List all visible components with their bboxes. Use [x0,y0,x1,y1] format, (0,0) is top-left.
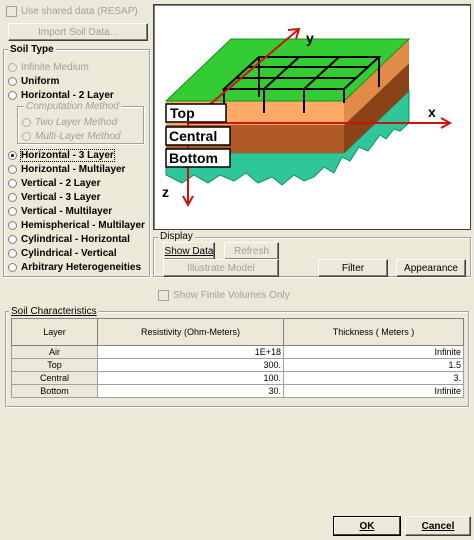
radio-label: Vertical - Multilayer [21,205,113,217]
cell-resistivity[interactable]: 30. [97,384,284,398]
diagram-svg: y x z Top Central Bottom [162,27,453,208]
cell-thickness[interactable]: 1.5 [283,358,464,372]
layer-label-bottom: Bottom [169,150,218,166]
radio-two-layer-method[interactable]: Two Layer Method [22,115,117,129]
display-title: Display [158,231,195,242]
axis-y-label: y [306,30,314,46]
show-finite-volumes-label: Show Finite Volumes Only [173,290,290,301]
radio-dot [8,90,17,100]
layer-label-top: Top [170,105,195,121]
cell-layer: Air [11,345,98,359]
use-shared-data-checkbox[interactable]: Use shared data (RESAP) [6,6,138,17]
table-row: Top 300. 1.5 [11,358,464,372]
radio-label: Vertical - 3 Layer [21,191,101,203]
radio-multi-layer-method[interactable]: Multi-Layer Method [22,129,121,143]
cell-resistivity[interactable]: 300. [97,358,284,372]
col-header-thickness: Thickness ( Meters ) [283,318,464,346]
radio-label: Multi-Layer Method [35,130,121,142]
soil-model-diagram: y x z Top Central Bottom [153,4,471,230]
radio-arbitrary-heterogeneities[interactable]: Arbitrary Heterogeneities [8,260,141,274]
radio-dot [8,178,17,188]
appearance-button[interactable]: Appearance [396,259,466,277]
cancel-label: Cancel [421,520,455,532]
radio-dot [8,234,17,244]
cell-resistivity[interactable]: 1E+18 [97,345,284,359]
show-finite-volumes-checkbox[interactable]: Show Finite Volumes Only [158,290,290,301]
cell-layer: Top [11,358,98,372]
soil-type-title: Soil Type [8,44,56,55]
cell-thickness[interactable]: Infinite [283,345,464,359]
radio-dot [8,206,17,216]
layer-label-central: Central [169,128,217,144]
import-soil-data-button[interactable]: Import Soil Data... [8,23,148,41]
radio-label: Two Layer Method [35,116,118,128]
axis-z-label: z [162,184,169,200]
radio-label: Uniform [21,75,60,87]
show-data-button[interactable]: Show Data [163,242,215,260]
use-shared-data-label: Use shared data (RESAP) [21,6,138,17]
radio-vertical-2-layer[interactable]: Vertical - 2 Layer [8,176,101,190]
radio-dot [22,131,31,141]
ok-button[interactable]: OK [333,516,401,536]
radio-infinite-medium[interactable]: Infinite Medium [8,60,89,74]
radio-horizontal-3-layer[interactable]: Horizontal - 3 Layer [8,148,115,162]
radio-dot [8,76,17,86]
radio-label: Infinite Medium [21,61,89,73]
radio-uniform[interactable]: Uniform [8,74,59,88]
soil-characteristics-title: Soil Characteristics [9,306,99,317]
filter-button[interactable]: Filter [318,259,388,277]
cell-thickness[interactable]: 3. [283,371,464,385]
cell-layer: Central [11,371,98,385]
radio-dot [8,164,17,174]
radio-dot [8,248,17,258]
cancel-button[interactable]: Cancel [405,516,471,536]
cell-resistivity[interactable]: 100. [97,371,284,385]
checkbox-box [6,6,17,17]
radio-vertical-3-layer[interactable]: Vertical - 3 Layer [8,190,101,204]
radio-dot [8,220,17,230]
radio-label: Cylindrical - Vertical [21,247,117,259]
refresh-button[interactable]: Refresh [224,242,279,260]
radio-horizontal-2-layer[interactable]: Horizontal - 2 Layer [8,88,114,102]
cell-layer: Bottom [11,384,98,398]
table-row: Air 1E+18 Infinite [11,345,464,359]
radio-label: Horizontal - Multilayer [21,163,126,175]
table-header-row: Layer Resistivity (Ohm-Meters) Thickness… [11,318,464,346]
radio-dot [8,262,17,272]
illustrate-model-button[interactable]: Illustrate Model [163,259,279,277]
radio-label: Arbitrary Heterogeneities [21,261,142,273]
radio-hemispherical-multilayer[interactable]: Hemispherical - Multilayer [8,218,145,232]
axis-x-label: x [428,104,436,120]
col-header-layer: Layer [11,318,98,346]
show-data-label: Show Data [164,245,214,257]
radio-label: Horizontal - 2 Layer [21,89,114,101]
radio-vertical-multilayer[interactable]: Vertical - Multilayer [8,204,112,218]
ok-label: OK [359,520,375,532]
soil-characteristics-table: Layer Resistivity (Ohm-Meters) Thickness… [11,318,464,398]
table-row: Bottom 30. Infinite [11,384,464,398]
radio-cylindrical-vertical[interactable]: Cylindrical - Vertical [8,246,117,260]
radio-dot [8,62,17,72]
radio-horizontal-multilayer[interactable]: Horizontal - Multilayer [8,162,125,176]
radio-dot [8,150,17,160]
radio-label: Hemispherical - Multilayer [21,219,145,231]
radio-label: Vertical - 2 Layer [21,177,101,189]
cell-thickness[interactable]: Infinite [283,384,464,398]
radio-label: Horizontal - 3 Layer [20,148,115,162]
table-row: Central 100. 3. [11,371,464,385]
radio-label: Cylindrical - Horizontal [21,233,130,245]
radio-dot [22,117,31,127]
computation-method-title: Computation Method [24,101,121,112]
radio-cylindrical-horizontal[interactable]: Cylindrical - Horizontal [8,232,130,246]
checkbox-box [158,290,169,301]
col-header-resistivity: Resistivity (Ohm-Meters) [97,318,284,346]
radio-dot [8,192,17,202]
